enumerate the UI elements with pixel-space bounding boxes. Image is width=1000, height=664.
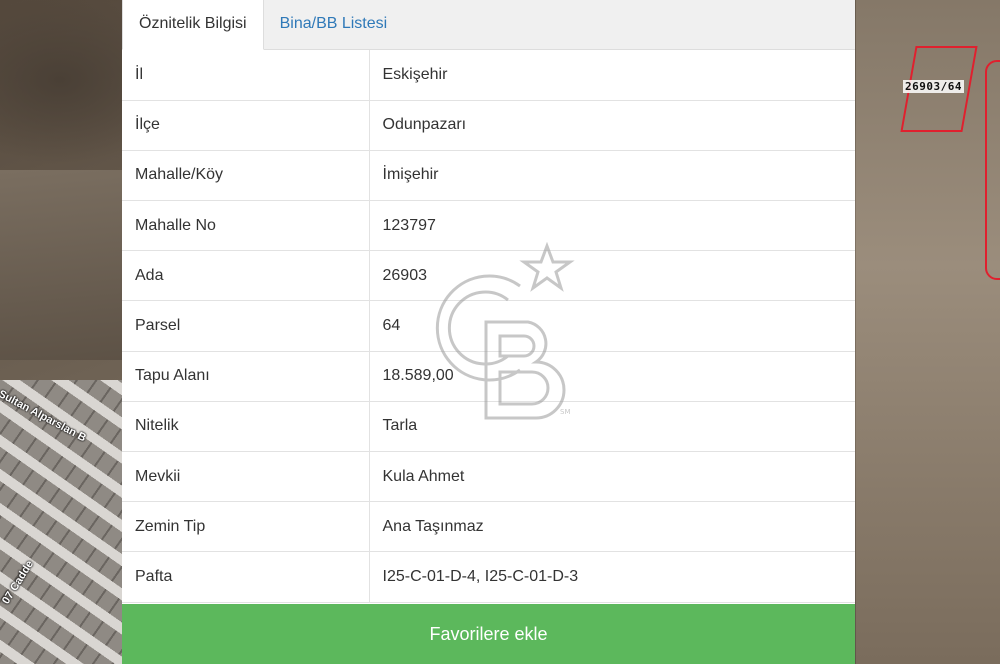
table-row: Mahalle No 123797 [122,200,855,252]
tab-bar: Öznitelik Bilgisi Bina/BB Listesi [122,0,855,50]
attribute-value: 18.589,00 [369,351,855,402]
attribute-value: Eskişehir [369,50,855,101]
tab-attribute-info[interactable]: Öznitelik Bilgisi [122,0,264,50]
table-row: İlçe Odunpazarı [122,100,855,151]
attribute-value: Tarla [369,401,855,453]
parcel-outline-adjacent[interactable] [985,60,1000,280]
attribute-value: 123797 [369,200,855,252]
attribute-value: İmişehir [369,150,855,202]
add-to-favorites-button[interactable]: Favorilere ekle [122,604,855,664]
attribute-key: İlçe [122,100,370,151]
attribute-key: Pafta [122,551,370,603]
attribute-key: Zemin Tip [122,501,370,553]
attribute-key: Nitelik [122,401,370,453]
table-row: İl Eskişehir [122,50,855,101]
table-row: Tapu Alanı 18.589,00 [122,351,855,402]
attribute-value: 64 [369,300,855,352]
attribute-key: Mevkii [122,451,370,503]
table-row: Mevkii Kula Ahmet [122,451,855,503]
table-row: Mahalle/Köy İmişehir [122,150,855,202]
table-row: Pafta I25-C-01-D-4, I25-C-01-D-3 [122,551,855,603]
attribute-key: İl [122,50,370,101]
parcel-label: 26903/64 [903,80,964,93]
table-row: Zemin Tip Ana Taşınmaz [122,501,855,553]
attribute-table: İl Eskişehir İlçe Odunpazarı Mahalle/Köy İmiş… [122,50,855,603]
attribute-key: Mahalle No [122,200,370,252]
attribute-value: Odunpazarı [369,100,855,151]
attribute-value: I25-C-01-D-4, I25-C-01-D-3 [369,551,855,603]
attribute-value: Kula Ahmet [369,451,855,503]
table-row: Ada 26903 [122,250,855,302]
table-row: Nitelik Tarla [122,401,855,453]
map-field-area [0,170,125,360]
attribute-panel: Öznitelik Bilgisi Bina/BB Listesi İl Eski… [122,0,855,664]
table-row: Parsel 64 [122,300,855,352]
attribute-key: Parsel [122,300,370,352]
tab-building-list[interactable]: Bina/BB Listesi [264,0,404,49]
attribute-value: 26903 [369,250,855,302]
attribute-key: Tapu Alanı [122,351,370,402]
attribute-key: Ada [122,250,370,302]
attribute-key: Mahalle/Köy [122,150,370,202]
attribute-value: Ana Taşınmaz [369,501,855,553]
